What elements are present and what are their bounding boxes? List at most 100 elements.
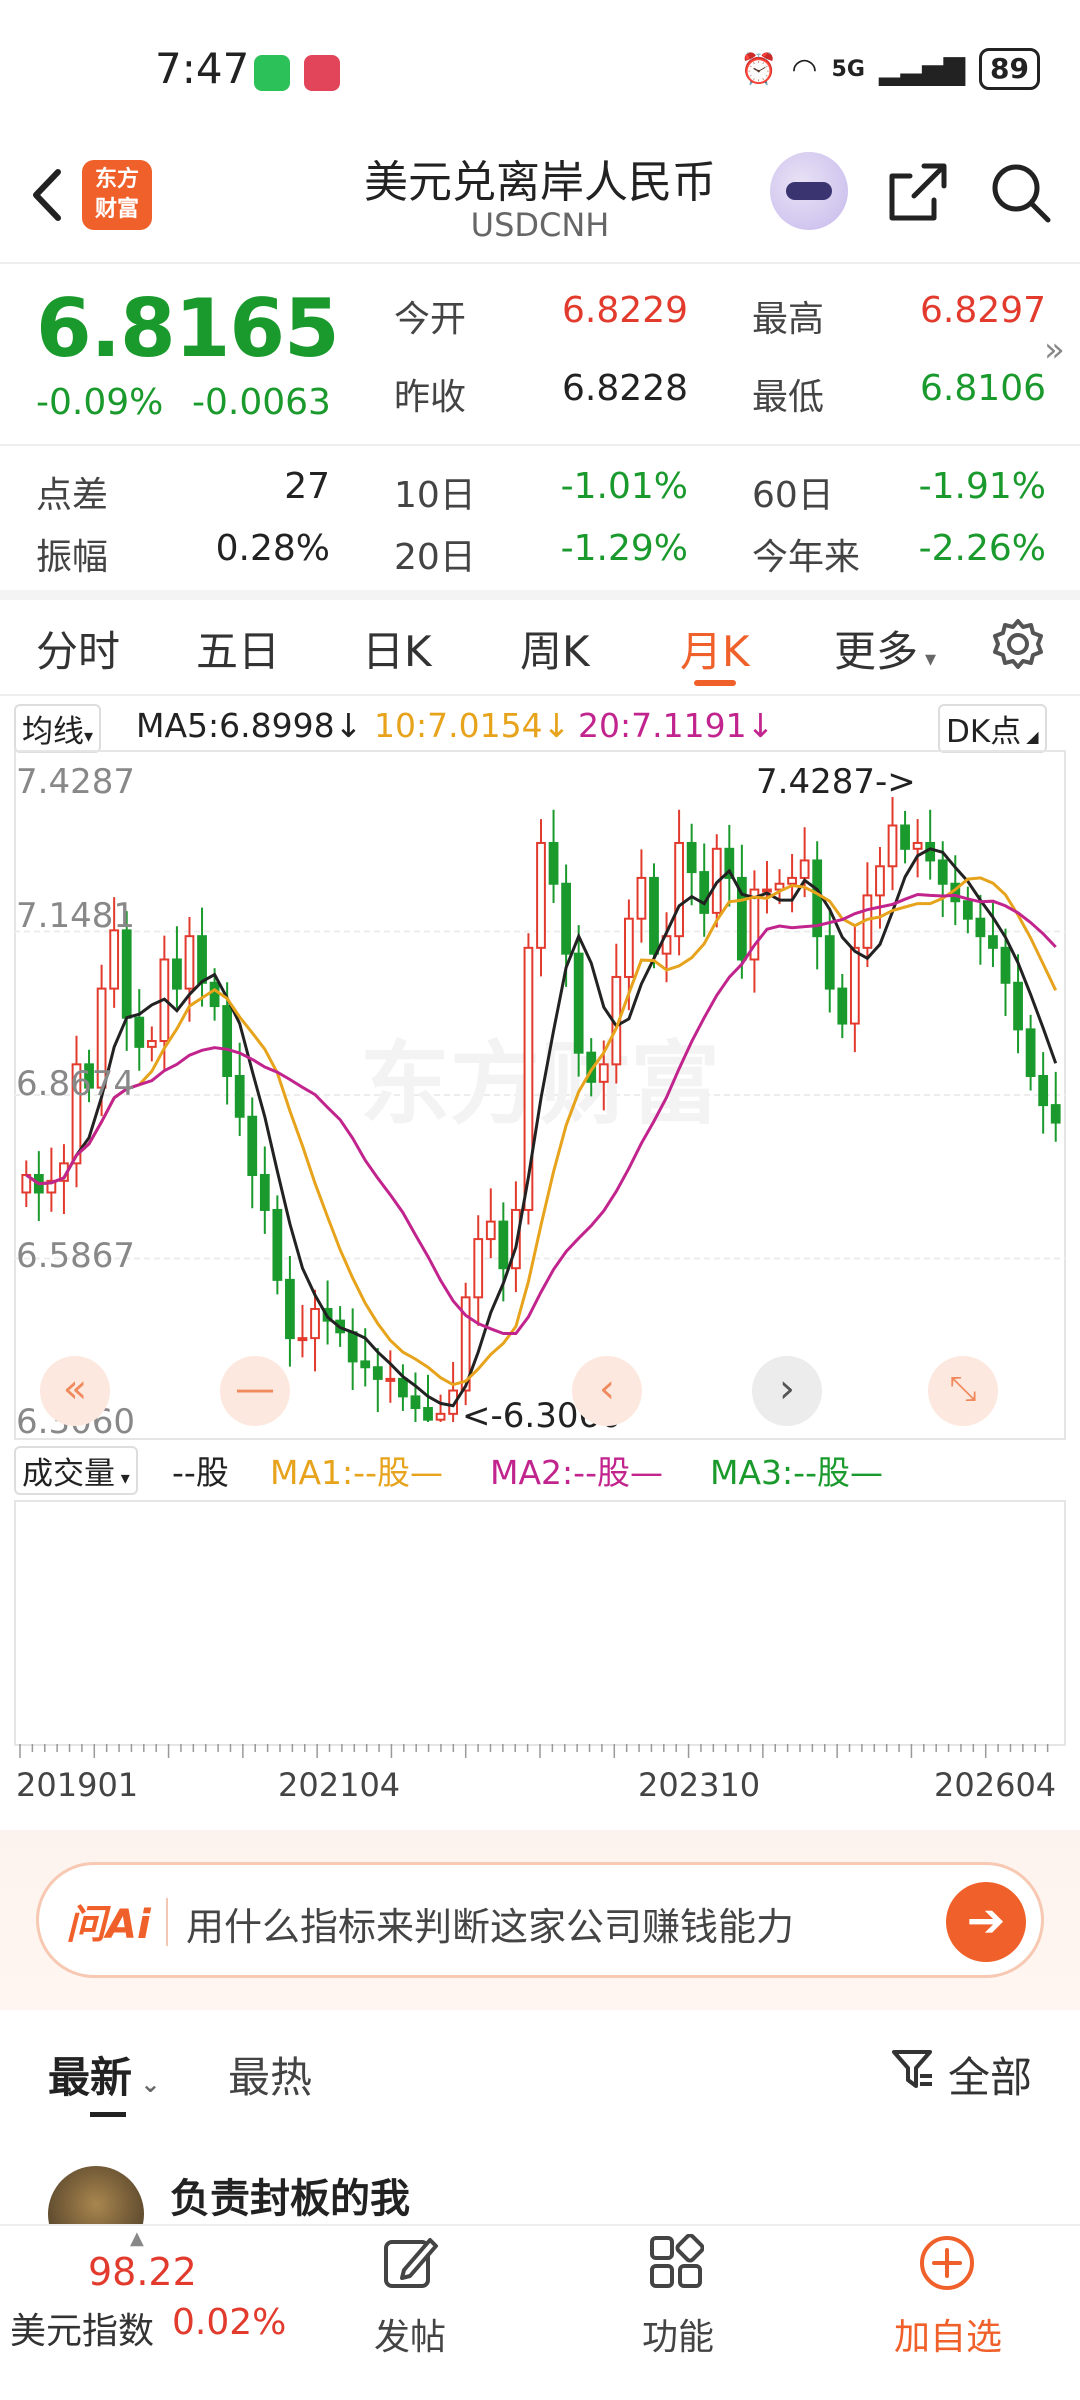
nav-post[interactable]: 发帖	[374, 2308, 446, 2360]
candle-body	[548, 841, 559, 885]
change-percent: -0.09%	[36, 382, 164, 423]
status-bar: 7:47 ⏰ ◠ 5G ▂▃▅▇ 89	[0, 0, 1080, 140]
news-tab-hot[interactable]: 最热	[228, 2044, 312, 2105]
candle-body	[385, 1377, 396, 1382]
candle-body	[699, 871, 710, 914]
header-divider	[0, 262, 1080, 264]
candle-body	[222, 1005, 233, 1077]
ai-prompt-text[interactable]: 用什么指标来判断这家公司赚钱能力	[186, 1896, 794, 1951]
filter-icon[interactable]	[890, 2046, 936, 2096]
open-value: 6.8229	[562, 290, 688, 331]
tab-more[interactable]: 更多 ▾	[834, 618, 936, 679]
candle-body	[674, 841, 684, 938]
news-tab-latest[interactable]: 最新 ⌄	[48, 2044, 160, 2105]
index-change[interactable]: 0.02%	[172, 2302, 286, 2343]
ai-assistant-avatar[interactable]	[770, 152, 848, 230]
search-icon[interactable]	[988, 160, 1054, 230]
expand-chevron-icon[interactable]: »	[1044, 330, 1065, 370]
x-tick-label: 202310	[638, 1766, 761, 1804]
post-author[interactable]: 负责封板的我	[170, 2166, 410, 2224]
tab-5day[interactable]: 五日	[196, 618, 280, 679]
candle-body	[573, 952, 584, 1054]
amplitude-value: 0.28%	[215, 528, 330, 569]
scroll-left-button[interactable]: ‹	[572, 1356, 642, 1426]
signal-label: 5G	[831, 56, 865, 82]
candle-body	[172, 958, 182, 990]
fullscreen-icon[interactable]: ⤡	[928, 1356, 998, 1426]
10d-label: 10日	[394, 475, 476, 516]
ai-send-arrow-icon[interactable]: ➔	[946, 1882, 1026, 1962]
index-value[interactable]: 98.22	[88, 2250, 197, 2294]
current-price: 6.8165	[36, 282, 340, 375]
book-app-icon	[304, 55, 340, 91]
filter-all[interactable]: 全部	[948, 2044, 1032, 2105]
scroll-right-button[interactable]: ›	[752, 1356, 822, 1426]
candle-body	[1038, 1074, 1049, 1107]
prev-close-label: 昨收	[394, 377, 467, 418]
candle-body	[310, 1307, 320, 1340]
volume-ma1: MA1:--股—	[270, 1453, 443, 1492]
candlestick-svg[interactable]: 东方财富	[14, 750, 1066, 1440]
news-tab-indicator	[90, 2112, 126, 2117]
ma-selector[interactable]: 均线▾	[14, 704, 102, 753]
candle-body	[209, 981, 220, 1008]
x-tick-label: 202604	[934, 1766, 1057, 1804]
scroll-left-fast-button[interactable]: «	[40, 1356, 110, 1426]
ma5-value: MA5:6.8998↓	[136, 706, 363, 745]
candle-body	[197, 935, 207, 984]
candle-body	[398, 1377, 408, 1398]
low-label: 最低	[752, 377, 825, 418]
post-edit-icon[interactable]	[380, 2232, 440, 2296]
candlestick-chart[interactable]: 东方财富	[14, 750, 1066, 1440]
settings-gear-icon[interactable]	[990, 616, 1046, 676]
ma20-value: 20:7.1191↓	[578, 706, 775, 745]
candle-body	[259, 1174, 270, 1211]
add-watch-plus-icon[interactable]	[918, 2234, 976, 2296]
x-axis-ticks	[19, 1744, 1049, 1758]
candle-body	[285, 1278, 295, 1340]
candle-body	[498, 1220, 509, 1270]
high-value: 6.8297	[920, 290, 1046, 331]
status-time: 7:47	[155, 44, 250, 93]
20d-value: -1.29%	[560, 528, 688, 569]
tab-monthly-k[interactable]: 月K	[680, 618, 750, 679]
active-tab-indicator	[694, 680, 736, 686]
y-tick-label: 6.5867	[16, 1236, 135, 1276]
candle-body	[636, 876, 647, 920]
index-name[interactable]: 美元指数	[10, 2302, 154, 2354]
candle-body	[435, 1412, 446, 1421]
candle-body	[184, 935, 195, 990]
y-tick-label: 7.1481	[16, 896, 135, 936]
wechat-icon	[254, 55, 290, 91]
quote-divider	[0, 444, 1080, 446]
tab-weekly-k[interactable]: 周K	[520, 618, 590, 679]
dk-point-button[interactable]: DK点 ◢	[938, 704, 1047, 753]
zoom-out-button[interactable]: —	[220, 1356, 290, 1426]
20d-label: 20日	[394, 537, 476, 578]
open-label: 今开	[394, 299, 467, 340]
share-icon[interactable]	[884, 160, 950, 230]
candle-body	[473, 1238, 484, 1299]
nav-functions[interactable]: 功能	[642, 2308, 714, 2360]
nav-add-watch[interactable]: 加自选	[894, 2308, 1002, 2360]
prev-close-value: 6.8228	[562, 368, 688, 409]
tab-intraday[interactable]: 分时	[36, 618, 120, 679]
functions-grid-icon[interactable]	[648, 2233, 705, 2294]
ai-separator	[166, 1898, 168, 1946]
x-tick-label: 202104	[278, 1766, 401, 1804]
candle-body	[875, 865, 885, 897]
ai-logo: 问Ai	[66, 1902, 151, 1948]
candle-body	[824, 935, 835, 990]
tab-daily-k[interactable]: 日K	[362, 618, 432, 679]
candle-body	[1000, 946, 1011, 984]
volume-chart[interactable]	[14, 1500, 1066, 1746]
candle-body	[121, 929, 132, 1019]
tabs-divider	[0, 694, 1080, 696]
candle-body	[485, 1220, 496, 1241]
candle-body	[347, 1331, 358, 1363]
volume-selector[interactable]: 成交量 ▾	[14, 1446, 138, 1495]
candle-body	[134, 1016, 145, 1048]
ytd-label: 今年来	[752, 537, 861, 578]
candle-body	[561, 882, 572, 955]
spread-label: 点差	[36, 475, 109, 516]
